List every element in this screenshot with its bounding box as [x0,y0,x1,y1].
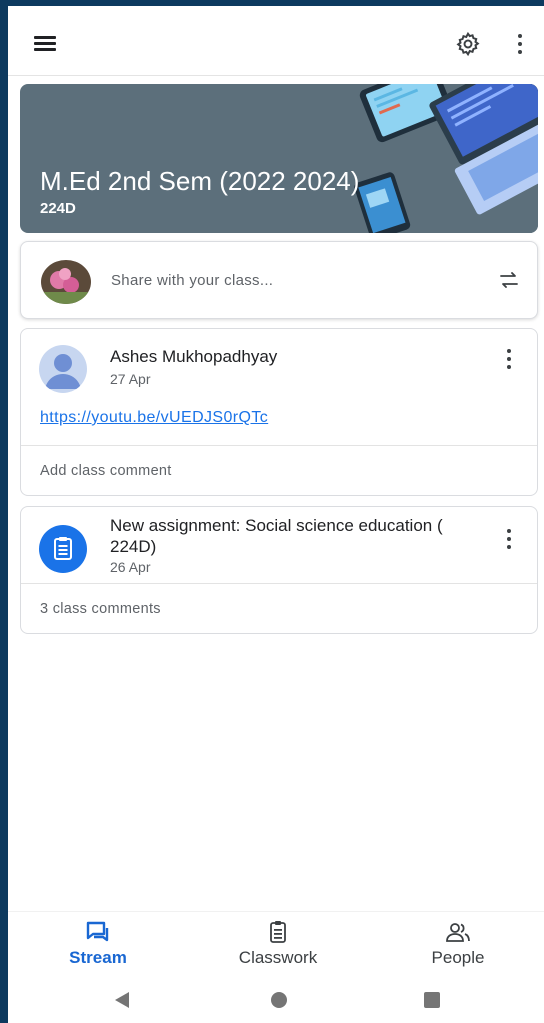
tab-classwork-label: Classwork [238,948,318,967]
recent-apps-icon[interactable] [424,992,440,1008]
class-title: M.Ed 2nd Sem (2022 2024) [40,166,360,196]
assignment-title: New assignment: Social science education… [110,516,443,556]
class-section: 224D [40,200,76,217]
class-comments-link[interactable]: 3 class comments [21,584,537,634]
announcement-post: Ashes Mukhopadhyay 27 Apr https://youtu.… [20,328,538,496]
tab-people[interactable]: People [388,920,528,968]
bottom-navigation: Stream Classwork People [8,911,544,977]
tab-people-label: People [431,948,485,967]
share-with-class-card[interactable]: Share with your class... [20,241,538,319]
assignment-icon [39,525,87,573]
repost-icon[interactable] [497,268,521,292]
top-app-bar [8,6,544,76]
gear-icon[interactable] [455,31,481,57]
app-screen: M.Ed 2nd Sem (2022 2024) 224D Share with… [8,6,544,1023]
back-icon[interactable] [115,992,129,1008]
stream-icon [86,921,109,942]
user-avatar [41,260,91,304]
more-vert-icon[interactable] [502,347,516,371]
tab-stream[interactable]: Stream [28,920,168,968]
class-banner[interactable]: M.Ed 2nd Sem (2022 2024) 224D [20,84,538,233]
post-author: Ashes Mukhopadhyay [110,347,278,366]
tab-classwork[interactable]: Classwork [208,920,348,968]
add-class-comment[interactable]: Add class comment [21,446,537,496]
more-vert-icon[interactable] [513,32,527,56]
home-icon[interactable] [271,992,287,1008]
tab-stream-label: Stream [69,948,127,967]
class-comments-count: 3 class comments [40,601,161,617]
assignment-date: 26 Apr [110,559,151,575]
more-vert-icon[interactable] [502,527,516,551]
hamburger-menu-icon[interactable] [34,36,56,51]
post-date: 27 Apr [110,371,151,387]
clipboard-icon [270,921,286,943]
system-navigation-bar [8,977,544,1023]
devices-illustration [278,84,538,233]
author-avatar [39,345,87,393]
post-link[interactable]: https://youtu.be/vUEDJS0rQTc [40,409,268,427]
assignment-post[interactable]: New assignment: Social science education… [20,506,538,634]
add-comment-label: Add class comment [40,463,172,479]
share-input[interactable]: Share with your class... [111,272,273,289]
people-icon [446,923,470,942]
